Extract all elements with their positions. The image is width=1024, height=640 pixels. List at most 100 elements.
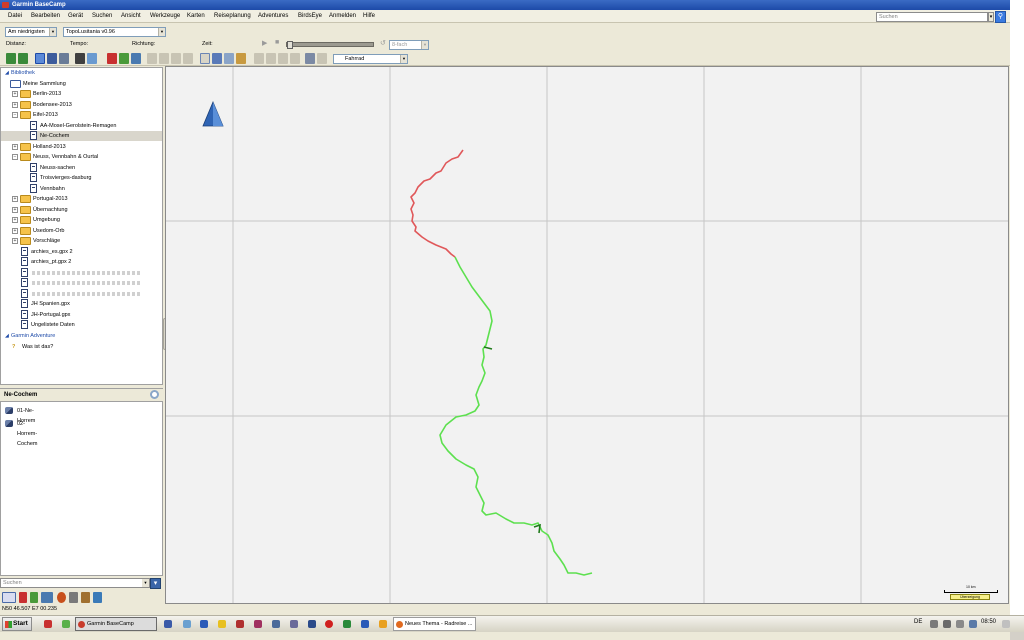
collection-row[interactable]: Meine Sammlung bbox=[1, 79, 162, 89]
export-icon[interactable] bbox=[87, 53, 97, 64]
tree-folder[interactable]: + Berlin-2013 bbox=[1, 89, 162, 99]
track-segment-red[interactable] bbox=[410, 149, 464, 258]
undo-icon[interactable] bbox=[305, 53, 315, 64]
route-filter-icon[interactable] bbox=[30, 592, 38, 603]
cut-icon[interactable] bbox=[254, 53, 264, 64]
tray-icon[interactable] bbox=[943, 620, 951, 628]
new-waypoint-icon[interactable] bbox=[107, 53, 117, 64]
quicklaunch-icon[interactable] bbox=[200, 620, 208, 628]
new-track-icon[interactable] bbox=[131, 53, 141, 64]
3d-view-icon[interactable] bbox=[47, 53, 57, 64]
ruler-icon[interactable] bbox=[236, 53, 246, 64]
taskbar-app-basecamp[interactable]: Garmin BaseCamp bbox=[75, 617, 157, 631]
menu-ansicht[interactable]: Ansicht bbox=[121, 13, 141, 19]
tray-icon[interactable] bbox=[956, 620, 964, 628]
quicklaunch-icon[interactable] bbox=[308, 620, 316, 628]
quicklaunch-icon[interactable] bbox=[379, 620, 387, 628]
tree-folder[interactable]: + Usedom-Orb bbox=[1, 226, 162, 236]
tray-icon[interactable] bbox=[969, 620, 977, 628]
tree-list[interactable]: AA-Mosel-Gerolstein-Remagen bbox=[1, 120, 162, 131]
quicklaunch-icon[interactable] bbox=[254, 620, 262, 628]
geocache-filter-icon[interactable] bbox=[57, 592, 66, 603]
adventure-filter-icon[interactable] bbox=[81, 592, 90, 603]
tree-list[interactable] bbox=[1, 267, 162, 278]
top-search-button[interactable]: ⚲ bbox=[995, 11, 1006, 23]
quicklaunch-icon[interactable] bbox=[218, 620, 226, 628]
edit-icon[interactable] bbox=[171, 53, 181, 64]
slider-knob[interactable] bbox=[287, 41, 293, 49]
expand-icon[interactable]: + bbox=[12, 217, 18, 223]
tree-folder[interactable]: − Neuss, Vennbahn & Ourtal bbox=[1, 152, 162, 162]
paste-icon[interactable] bbox=[278, 53, 288, 64]
tree-list[interactable] bbox=[1, 288, 162, 299]
collapse-icon[interactable]: − bbox=[12, 154, 18, 160]
quicklaunch-icon[interactable] bbox=[272, 620, 280, 628]
start-button[interactable]: Start bbox=[2, 617, 32, 631]
adventure-root[interactable]: ◢ Garmin Adventure bbox=[1, 331, 162, 341]
tree-list[interactable]: Vennbahn bbox=[1, 183, 162, 194]
tree-list[interactable] bbox=[1, 278, 162, 288]
redo-icon[interactable] bbox=[317, 53, 327, 64]
stop-icon[interactable]: ■ bbox=[275, 39, 279, 46]
speed-select[interactable]: 8-fach ▼ bbox=[389, 40, 429, 50]
menu-datei[interactable]: Datei bbox=[8, 13, 22, 19]
library-root[interactable]: ◢ Bibliothek bbox=[1, 68, 162, 78]
tree-list[interactable]: Ungelistete Daten bbox=[1, 320, 162, 330]
expand-icon[interactable]: + bbox=[12, 206, 18, 213]
measure-icon[interactable] bbox=[147, 53, 157, 64]
tree-folder[interactable]: + Portugal-2013 bbox=[1, 194, 162, 204]
menu-birdseye[interactable]: BirdsEye bbox=[298, 13, 322, 19]
quicklaunch-icon[interactable] bbox=[183, 620, 191, 628]
quicklaunch-icon[interactable] bbox=[343, 620, 351, 628]
top-search-dropdown[interactable]: ▾ bbox=[988, 12, 994, 22]
zoom-icon[interactable] bbox=[212, 53, 222, 64]
tree-folder[interactable]: + Umgebung bbox=[1, 215, 162, 225]
map-view-icon[interactable] bbox=[35, 53, 45, 64]
expand-icon[interactable]: + bbox=[12, 143, 18, 150]
tree-list[interactable]: Neuss-sachen bbox=[1, 162, 162, 173]
tree-list[interactable]: JH-Portugal.gpx bbox=[1, 309, 162, 320]
expand-icon[interactable]: + bbox=[12, 196, 18, 202]
map-select[interactable]: TopoLusitania v0.96 ▼ bbox=[63, 27, 166, 37]
route-tool-icon[interactable] bbox=[59, 53, 69, 64]
insert-icon[interactable] bbox=[159, 53, 169, 64]
quicklaunch-icon[interactable] bbox=[236, 620, 244, 628]
menu-hilfe[interactable]: Hilfe bbox=[363, 13, 375, 19]
tray-icon[interactable] bbox=[930, 620, 938, 628]
tree-list[interactable]: archies_pt.gpx 2 bbox=[1, 257, 162, 267]
help-row[interactable]: ? Was ist das? bbox=[1, 342, 162, 352]
new-route-icon[interactable] bbox=[119, 53, 129, 64]
quicklaunch-icon[interactable] bbox=[62, 620, 70, 628]
expand-icon[interactable]: + bbox=[12, 91, 18, 97]
detail-select[interactable]: Am niedrigsten ▼ bbox=[5, 27, 57, 37]
delete-icon[interactable] bbox=[290, 53, 300, 64]
playback-slider[interactable] bbox=[286, 41, 374, 49]
menu-reiseplanung[interactable]: Reiseplanung bbox=[214, 13, 251, 19]
quicklaunch-icon[interactable] bbox=[44, 620, 52, 628]
tree-list[interactable]: Troisvierges-dasburg bbox=[1, 173, 162, 183]
menu-bearbeiten[interactable]: Bearbeiten bbox=[31, 13, 60, 19]
menu-adventures[interactable]: Adventures bbox=[258, 13, 288, 19]
menu-karten[interactable]: Karten bbox=[187, 13, 205, 19]
tree-folder[interactable]: + Übernachtung bbox=[1, 205, 162, 215]
tree-list[interactable]: JH Spanien.gpx bbox=[1, 299, 162, 309]
send-to-device-icon[interactable] bbox=[6, 53, 16, 64]
taskbar-app-browser[interactable]: Neues Thema - Radreise ... bbox=[393, 617, 476, 631]
tree-folder[interactable]: + Bodensee-2013 bbox=[1, 100, 162, 110]
play-icon[interactable]: ▶ bbox=[262, 39, 267, 47]
tree-folder[interactable]: + Vorschläge bbox=[1, 236, 162, 246]
grid-icon[interactable] bbox=[75, 53, 85, 64]
map-view[interactable] bbox=[165, 66, 1009, 604]
menu-anmelden[interactable]: Anmelden bbox=[329, 13, 356, 19]
quicklaunch-icon[interactable] bbox=[290, 620, 298, 628]
language-indicator[interactable]: DE bbox=[914, 619, 922, 625]
menu-geraet[interactable]: Gerät bbox=[68, 13, 83, 19]
expand-icon[interactable]: + bbox=[12, 101, 18, 108]
top-search-input[interactable]: Suchen bbox=[876, 12, 988, 22]
hand-tool-icon[interactable] bbox=[200, 53, 210, 64]
waypoint-filter-icon[interactable] bbox=[19, 592, 27, 603]
quicklaunch-icon[interactable] bbox=[361, 620, 369, 628]
tree-list[interactable]: archies_es.gpx 2 bbox=[1, 246, 162, 257]
rewind-icon[interactable]: ↺ bbox=[380, 39, 386, 47]
menu-suchen[interactable]: Suchen bbox=[92, 13, 112, 19]
